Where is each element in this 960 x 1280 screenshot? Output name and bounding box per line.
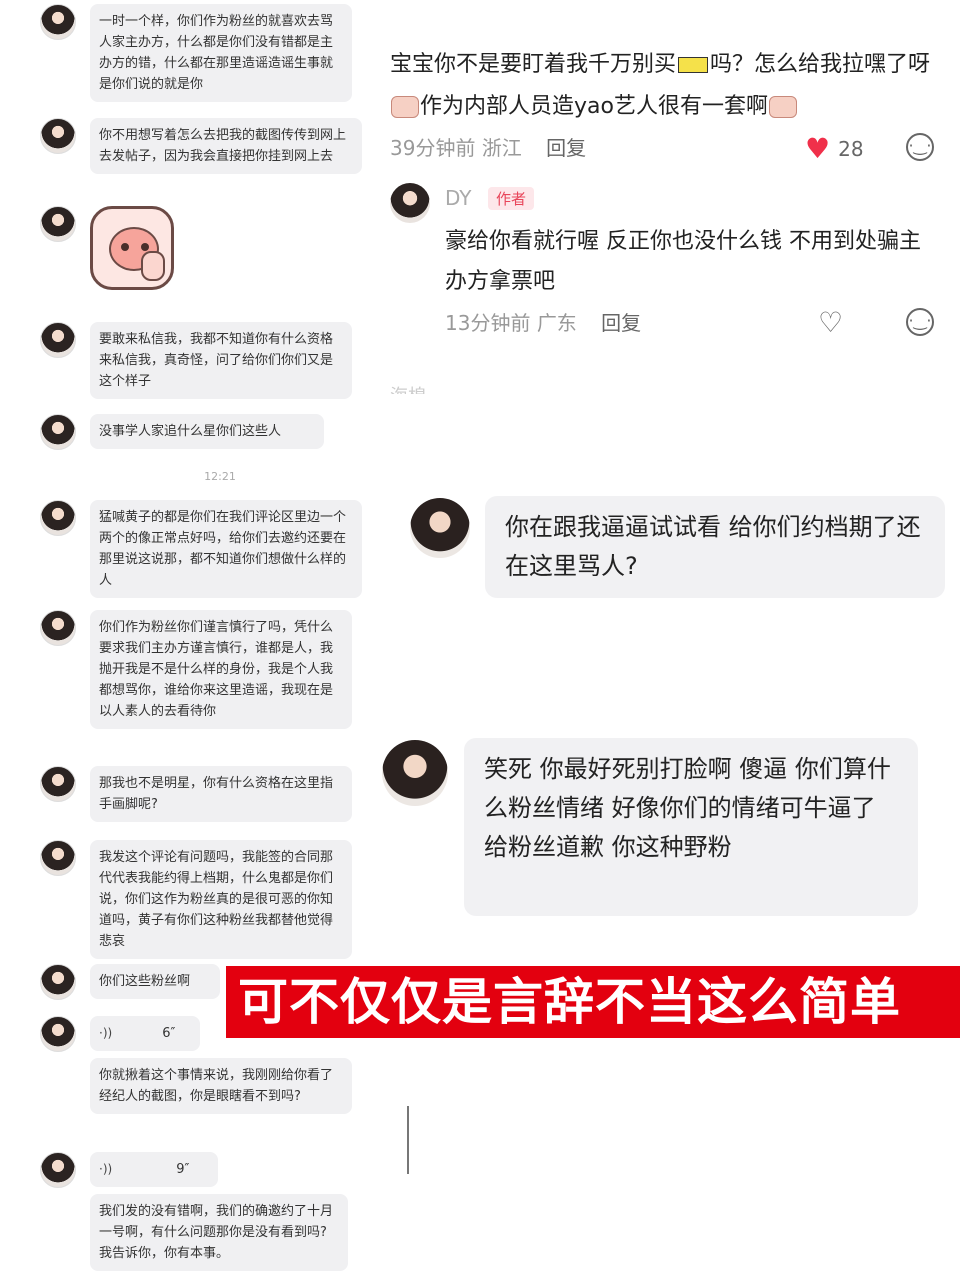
author-name[interactable]: DY	[445, 186, 472, 210]
avatar[interactable]	[40, 322, 76, 358]
chat-message: 没事学人家追什么星你们这些人	[40, 414, 324, 450]
avatar[interactable]	[40, 964, 76, 1000]
cute-sheep-sticker-icon[interactable]	[90, 206, 174, 290]
emoji-reaction-icon[interactable]: ·‿·	[906, 133, 934, 161]
message-text: 你们作为粉丝你们谨言慎行了吗，凭什么要求我们主办方谨言慎行，谁都是人，我抛开我是…	[90, 610, 352, 729]
caption-banner: 可不仅仅是言辞不当这么简单	[226, 966, 960, 1038]
avatar[interactable]	[40, 4, 76, 40]
chat-message: ·)) 9″	[40, 1152, 218, 1188]
avatar[interactable]	[40, 414, 76, 450]
author-avatar[interactable]	[390, 183, 430, 223]
chat-message: 我发这个评论有问题吗，我能签的合同那代代表我能约得上档期，什么鬼都是你们说，你们…	[40, 840, 352, 959]
heart-filled-icon: ♥	[805, 132, 831, 165]
message-text: 我发这个评论有问题吗，我能签的合同那代代表我能约得上档期，什么鬼都是你们说，你们…	[90, 840, 352, 959]
avatar[interactable]	[40, 118, 76, 154]
author-badge: 作者	[488, 187, 535, 210]
chat-message: 那我也不是明星，你有什么资格在这里指手画脚呢?	[40, 766, 352, 822]
chat-message: 你们作为粉丝你们谨言慎行了吗，凭什么要求我们主办方谨言慎行，谁都是人，我抛开我是…	[40, 610, 352, 729]
avatar[interactable]	[40, 500, 76, 536]
voice-message[interactable]: ·)) 9″	[90, 1152, 218, 1187]
avatar[interactable]	[382, 740, 448, 806]
avatar[interactable]	[40, 1016, 76, 1052]
message-text: 要敢来私信我，我都不知道你有什么资格来私信我，真奇怪，问了给你们你们又是这个样子	[90, 322, 352, 399]
avatar[interactable]	[40, 610, 76, 646]
author-reply-text: 豪给你看就行喔 反正你也没什么钱 不用到处骗主办方拿票吧	[445, 229, 921, 294]
message-text: 你不用想写着怎么去把我的截图传传到网上去发帖子，因为我会直接把你挂到网上去	[90, 118, 362, 174]
message-text: 我们发的没有错啊，我们的确邀约了十月一号啊，有什么问题那你是没有看到吗? 我告诉…	[90, 1194, 348, 1271]
comment-meta: 39分钟前 浙江 回复	[390, 136, 587, 160]
voice-duration: 9″	[176, 1162, 190, 1177]
left-chat-panel: 一时一个样，你们作为粉丝的就喜欢去骂人家主办方，什么都是你们没有错都是主办方的错…	[0, 0, 375, 1280]
truncated-text: 海棉	[390, 382, 426, 394]
like-count: 28	[838, 136, 864, 161]
voice-message[interactable]: ·)) 6″	[90, 1016, 200, 1051]
chat-message: 你们这些粉丝啊	[40, 964, 220, 1000]
chat-message: 要敢来私信我，我都不知道你有什么资格来私信我，真奇怪，问了给你们你们又是这个样子	[40, 322, 352, 399]
chat-message: 猛喊黄子的都是你们在我们评论区里边一个两个的像正常点好吗，给你们去邀约还要在那里…	[40, 500, 362, 598]
chat-message	[40, 206, 174, 290]
voice-duration: 6″	[162, 1026, 176, 1041]
chat-message: 我们发的没有错啊，我们的确邀约了十月一号啊，有什么问题那你是没有看到吗? 我告诉…	[40, 1194, 348, 1271]
message-text: 那我也不是明星，你有什么资格在这里指手画脚呢?	[90, 766, 352, 822]
crying-emoji-icon	[391, 96, 419, 118]
message-text: 你就揪着这个事情来说，我刚刚给你看了经纪人的截图，你是眼瞎看不到吗?	[90, 1058, 352, 1114]
heart-outline-icon[interactable]: ♡	[818, 306, 843, 339]
message-text: 你们这些粉丝啊	[90, 964, 220, 999]
emoji-reaction-icon[interactable]: ·‿·	[906, 308, 934, 336]
message-text: 一时一个样，你们作为粉丝的就喜欢去骂人家主办方，什么都是你们没有错都是主办方的错…	[90, 4, 352, 102]
avatar[interactable]	[40, 840, 76, 876]
chat-message: 你不用想写着怎么去把我的截图传传到网上去发帖子，因为我会直接把你挂到网上去	[40, 118, 362, 174]
like-button[interactable]: ♥ 28	[805, 132, 864, 165]
chat-message: ·)) 6″	[40, 1016, 200, 1052]
voice-wave-icon: ·))	[99, 1026, 113, 1040]
scroll-divider	[407, 1106, 409, 1174]
chat-message: 一时一个样，你们作为粉丝的就喜欢去骂人家主办方，什么都是你们没有错都是主办方的错…	[40, 4, 352, 102]
message-text: 猛喊黄子的都是你们在我们评论区里边一个两个的像正常点好吗，给你们去邀约还要在那里…	[90, 500, 362, 598]
message-text: 没事学人家追什么星你们这些人	[90, 414, 324, 449]
avatar[interactable]	[40, 766, 76, 802]
reply-meta: 13分钟前 广东 回复	[445, 311, 642, 335]
chat-timestamp: 12:21	[204, 470, 236, 483]
crying-emoji-icon	[768, 96, 797, 118]
message-bubble: 你在跟我逼逼试试看 给你们约档期了还在这里骂人?	[485, 496, 945, 598]
ticket-icon	[678, 57, 709, 73]
message-bubble: 笑死 你最好死别打脸啊 傻逼 你们算什么粉丝情绪 好像你们的情绪可牛逼了 给粉丝…	[464, 738, 918, 916]
avatar[interactable]	[410, 498, 470, 558]
voice-wave-icon: ·))	[99, 1162, 113, 1176]
avatar[interactable]	[40, 1152, 76, 1188]
avatar[interactable]	[40, 206, 76, 242]
reply-button[interactable]: 回复	[546, 136, 586, 160]
comment-text: 宝宝你不是要盯着我千万别买 吗？怎么给我拉嘿了呀作为内部人员造yao艺人很有一套啊	[390, 52, 931, 119]
chat-message: 你就揪着这个事情来说，我刚刚给你看了经纪人的截图，你是眼瞎看不到吗?	[40, 1058, 352, 1114]
reply-button[interactable]: 回复	[601, 311, 641, 335]
